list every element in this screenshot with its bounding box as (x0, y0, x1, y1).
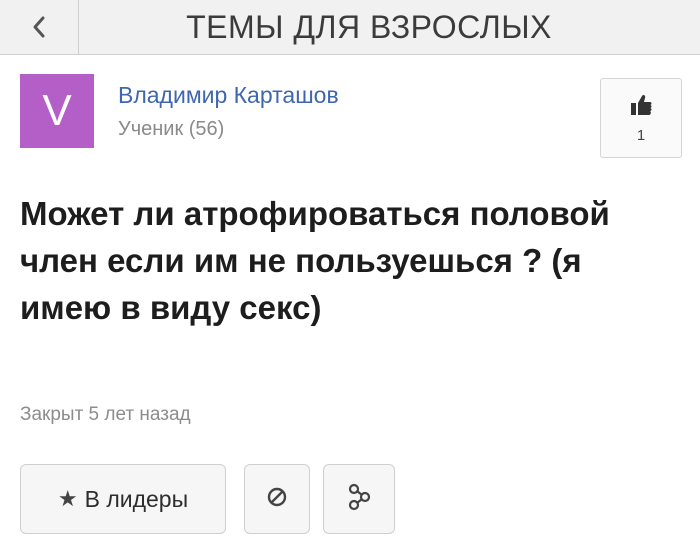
avatar[interactable]: V (20, 74, 94, 148)
author-name-link[interactable]: Владимир Карташов (118, 82, 339, 109)
like-button[interactable]: 1 (600, 78, 682, 158)
to-leaders-button[interactable]: ★ В лидеры (20, 464, 226, 534)
avatar-letter: V (42, 86, 72, 135)
block-button[interactable] (244, 464, 310, 534)
share-icon (346, 483, 372, 516)
closed-status: Закрыт 5 лет назад (20, 404, 191, 425)
to-leaders-label: В лидеры (84, 485, 189, 512)
question-text: Может ли атрофироваться половой член есл… (20, 195, 610, 326)
chevron-left-icon (31, 14, 47, 40)
share-button[interactable] (323, 464, 395, 534)
block-icon (266, 486, 288, 513)
star-icon: ★ (57, 486, 78, 511)
top-bar: ТЕМЫ ДЛЯ ВЗРОСЛЫХ (0, 0, 700, 55)
back-button[interactable] (0, 0, 79, 54)
like-count: 1 (636, 127, 646, 144)
page-title: ТЕМЫ ДЛЯ ВЗРОСЛЫХ (186, 8, 552, 45)
thumbs-up-icon (628, 92, 654, 123)
author-rank: Ученик (56) (118, 118, 225, 140)
